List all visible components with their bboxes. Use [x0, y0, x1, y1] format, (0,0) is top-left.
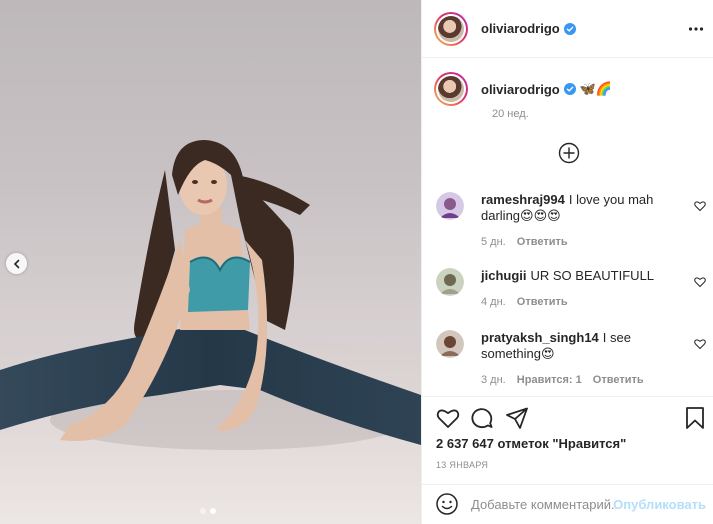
- like-comment-icon[interactable]: [694, 276, 706, 288]
- add-comment-form: Опубликовать: [422, 484, 713, 524]
- comment-meta: 3 дн. Нравится: 1 Ответить: [481, 374, 652, 386]
- carousel-dot-active: [210, 508, 216, 514]
- photo-illustration: [0, 140, 421, 524]
- like-comment-icon[interactable]: [694, 338, 706, 350]
- post-likes-count[interactable]: 2 637 647 отметок "Нравится": [436, 436, 626, 451]
- comment-text: UR SO BEAUTIFULL: [530, 268, 655, 283]
- comment-input[interactable]: [471, 492, 616, 516]
- more-options-icon[interactable]: [688, 22, 704, 36]
- comment-item: rameshraj994 I love you mah darling😍😍😍 5 …: [436, 192, 706, 252]
- reply-button[interactable]: Ответить: [517, 296, 568, 308]
- post-actions: [436, 406, 706, 430]
- comment-item: pratyaksh_singh14 I see something😍 3 дн. …: [436, 330, 706, 390]
- comment-username[interactable]: rameshraj994: [481, 192, 565, 207]
- comment-likes-count[interactable]: Нравится: 1: [517, 374, 582, 386]
- comment-meta: 4 дн. Ответить: [481, 296, 576, 308]
- publish-button[interactable]: Опубликовать: [613, 497, 706, 512]
- post-date[interactable]: 13 ЯНВАРЯ: [436, 460, 488, 470]
- load-more-comments-icon[interactable]: [558, 142, 580, 164]
- comment-body: rameshraj994 I love you mah darling😍😍😍: [481, 192, 677, 224]
- post-photo[interactable]: [0, 0, 421, 524]
- caption-avatar[interactable]: [434, 72, 468, 106]
- commenter-avatar[interactable]: [436, 268, 464, 296]
- save-bookmark-icon[interactable]: [683, 406, 707, 430]
- caption-timestamp[interactable]: 20 нед.: [492, 108, 529, 120]
- post-caption: oliviarodrigo 🦋🌈 20 нед.: [434, 72, 704, 120]
- post-side-panel: oliviarodrigo oliviarodrigo 🦋🌈 20 нед. r…: [421, 0, 713, 524]
- comment-body: pratyaksh_singh14 I see something😍: [481, 330, 677, 362]
- section-divider: [422, 396, 713, 397]
- comment-item: jichugii UR SO BEAUTIFULL 4 дн. Ответить: [436, 268, 706, 308]
- carousel-dot: [200, 508, 206, 514]
- carousel-indicators: [200, 508, 216, 514]
- post-header: oliviarodrigo: [422, 0, 713, 58]
- share-send-icon[interactable]: [505, 406, 529, 430]
- author-username[interactable]: oliviarodrigo: [481, 21, 560, 36]
- verified-badge-icon: [563, 22, 576, 35]
- comment-time[interactable]: 3 дн.: [481, 374, 506, 386]
- reply-button[interactable]: Ответить: [593, 374, 644, 386]
- comment-bubble-icon[interactable]: [470, 406, 494, 430]
- reply-button[interactable]: Ответить: [517, 236, 568, 248]
- comment-time[interactable]: 5 дн.: [481, 236, 506, 248]
- comment-username[interactable]: pratyaksh_singh14: [481, 330, 599, 345]
- instagram-post: oliviarodrigo oliviarodrigo 🦋🌈 20 нед. r…: [0, 0, 713, 524]
- comment-time[interactable]: 4 дн.: [481, 296, 506, 308]
- comment-username[interactable]: jichugii: [481, 268, 527, 283]
- comment-meta: 5 дн. Ответить: [481, 236, 576, 248]
- verified-badge-icon: [563, 83, 576, 95]
- caption-username[interactable]: oliviarodrigo: [481, 82, 560, 97]
- previous-photo-button[interactable]: [6, 253, 27, 274]
- commenter-avatar[interactable]: [436, 330, 464, 358]
- commenter-avatar[interactable]: [436, 192, 464, 220]
- chevron-left-icon: [13, 259, 19, 268]
- author-avatar[interactable]: [434, 11, 468, 46]
- caption-text: 🦋🌈: [579, 81, 613, 96]
- like-comment-icon[interactable]: [694, 200, 706, 212]
- emoji-picker-icon[interactable]: [435, 492, 459, 516]
- comment-body: jichugii UR SO BEAUTIFULL: [481, 268, 677, 284]
- like-heart-icon[interactable]: [436, 406, 460, 430]
